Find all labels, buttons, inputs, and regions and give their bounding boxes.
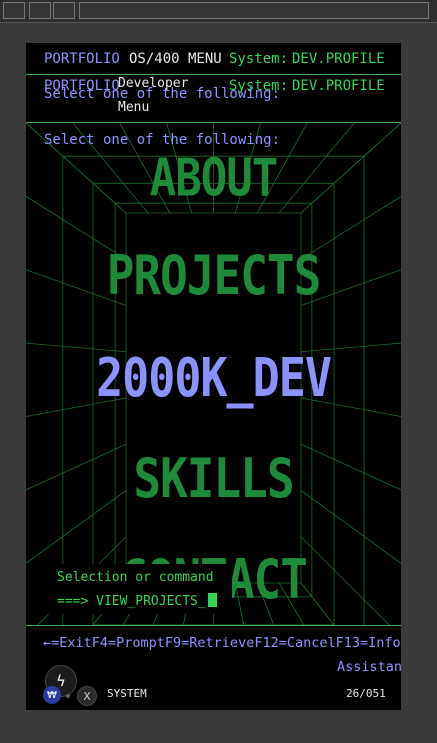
x-button[interactable]: X [77, 686, 97, 706]
screen-header: PORTFOLIO OS/400 MENU System: DEV.PROFIL… [26, 43, 401, 75]
menu-item-2000k-dev[interactable]: 2000K_DEV [26, 346, 401, 409]
menu-prompt: Select one of the following: [44, 132, 281, 148]
system-value: DEV.PROFILE [292, 78, 385, 94]
command-label: Selection or command [57, 570, 214, 585]
status-cursor-position: 26/051 [346, 687, 386, 700]
status-system: SYSTEM [107, 687, 147, 700]
window-control-box[interactable] [3, 2, 25, 19]
system-value: DEV.PROFILE [292, 51, 385, 67]
window-top-bar [0, 0, 437, 23]
menu-title: OS/400 MENU [129, 51, 222, 67]
terminal-screen: PORTFOLIO OS/400 MENU System: DEV.PROFIL… [26, 43, 401, 710]
command-arrow: ===> [57, 594, 89, 609]
command-value: VIEW_PROJECTS_ [96, 594, 206, 609]
menu-item-skills[interactable]: SKILLS [26, 446, 401, 510]
menu-title-line1: Developer [118, 76, 189, 91]
separator-dot [66, 694, 70, 698]
window-control-box[interactable] [29, 2, 51, 19]
app-name: PORTFOLIO [44, 51, 120, 67]
function-keys-line[interactable]: ←=ExitF4=PromptF9=RetrieveF12=CancelF13=… [43, 635, 401, 651]
command-input[interactable]: ===> VIEW_PROJECTS_ [57, 593, 217, 609]
menu-item-about[interactable]: ABOUT [26, 148, 401, 208]
function-keys-line-2[interactable]: Assistan [337, 659, 401, 675]
menu-item-projects[interactable]: PROJECTS [26, 243, 401, 307]
screen-header-overlap: PORTFOLIO Select one of the following: D… [26, 75, 401, 123]
window-control-box[interactable] [53, 2, 75, 19]
won-icon[interactable]: ₩ [43, 686, 61, 704]
text-cursor [207, 593, 217, 607]
window-title-strip [79, 2, 429, 19]
system-label: System: [229, 51, 289, 67]
command-panel: Selection or command ===> VIEW_PROJECTS_ [46, 564, 232, 614]
system-label: System: [229, 78, 289, 94]
menu-title-line2: Menu [118, 100, 150, 115]
